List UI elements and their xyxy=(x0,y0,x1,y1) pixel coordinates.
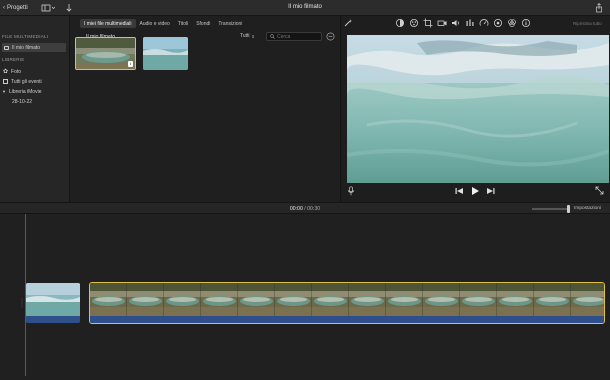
media-thumbnail[interactable] xyxy=(143,37,188,70)
fullscreen-icon[interactable] xyxy=(595,186,604,195)
play-icon[interactable] xyxy=(470,186,480,196)
filmstrip-frame xyxy=(386,283,424,318)
clip-preview-sea xyxy=(143,37,188,70)
filter-value: Tutti xyxy=(240,33,250,39)
sidebar-item-label: Il mio filmato xyxy=(12,44,41,51)
title-bar: ‹ Progetti Il mio filmato xyxy=(0,0,610,16)
events-icon xyxy=(3,79,8,84)
playback-controls xyxy=(341,184,610,198)
tab-backgrounds[interactable]: Sfondi xyxy=(192,19,214,28)
updown-chevron-icon: ⇕ xyxy=(251,33,255,39)
zoom-slider-track[interactable] xyxy=(532,208,570,210)
media-tabs: I miei file multimediali Audio e video T… xyxy=(80,19,246,28)
adjustments-toolbar: Ripristina tutto xyxy=(341,18,610,30)
media-section-header: FILE MULTIMEDIALI xyxy=(2,34,49,39)
viewer-panel: Ripristina tutto xyxy=(340,16,610,202)
search-icon xyxy=(270,34,275,39)
equalizer-icon[interactable] xyxy=(465,18,475,28)
sidebar-item-event[interactable]: 28-10-22 xyxy=(12,97,32,106)
zoom-slider-knob[interactable] xyxy=(567,205,570,213)
filmstrip-frame xyxy=(275,283,313,318)
filmstrip-frame xyxy=(423,283,461,318)
window-title: Il mio filmato xyxy=(288,4,322,10)
sidebar-item-library[interactable]: ▼ Libreria iMovie xyxy=(2,87,41,96)
search-input[interactable] xyxy=(277,33,321,40)
skip-back-icon[interactable] xyxy=(455,187,464,195)
filmstrip-frame xyxy=(90,283,128,318)
clip-filter-icon[interactable] xyxy=(507,18,517,28)
filmstrip-frame xyxy=(312,283,350,318)
noise-reduction-icon[interactable] xyxy=(493,18,503,28)
filmstrip-frame xyxy=(571,283,604,318)
timecode: 00:00 / 00:30 xyxy=(0,206,610,212)
magic-wand-icon[interactable] xyxy=(343,18,353,28)
filmstrip-frame xyxy=(127,283,165,318)
timeline-toolbar: 00:00 / 00:30 Impostazioni xyxy=(0,202,610,214)
filmstrip-frame xyxy=(497,283,535,318)
sidebar-item-label: 28-10-22 xyxy=(12,98,33,105)
color-correction-icon[interactable] xyxy=(409,18,419,28)
disclosure-triangle-icon: ▼ xyxy=(2,89,6,94)
filmstrip-frame xyxy=(349,283,387,318)
filmstrip-frame xyxy=(201,283,239,318)
audio-waveform xyxy=(90,316,604,323)
tab-audio-video[interactable]: Audio e video xyxy=(136,19,174,28)
tab-transitions[interactable]: Transizioni xyxy=(214,19,246,28)
filmstrip-frame xyxy=(534,283,572,318)
current-time: 00:00 xyxy=(289,206,303,212)
tab-titles[interactable]: Titoli xyxy=(174,19,192,28)
total-time: 00:30 xyxy=(307,206,321,212)
project-badge-icon: i xyxy=(128,61,133,67)
sidebar-item-project[interactable]: Il mio filmato xyxy=(2,43,66,52)
microphone-icon[interactable] xyxy=(347,186,355,196)
project-icon xyxy=(4,45,9,50)
settings-button[interactable]: Impostazioni xyxy=(574,206,601,211)
library-sidebar: FILE MULTIMEDIALI Il mio filmato LIBRERI… xyxy=(0,16,70,202)
clip-trim-handle[interactable] xyxy=(21,298,23,308)
more-options-icon[interactable] xyxy=(326,32,335,41)
sidebar-item-all-events[interactable]: Tutti gli eventi xyxy=(3,77,42,86)
sidebar-item-label: Tutti gli eventi xyxy=(11,78,42,85)
filter-select[interactable]: Tutti ⇕ xyxy=(240,33,255,39)
video-preview xyxy=(347,35,609,183)
filmstrip-frame xyxy=(238,283,276,318)
filmstrip-frame xyxy=(460,283,498,318)
timeline-clip-sea[interactable] xyxy=(26,283,80,323)
volume-icon[interactable] xyxy=(451,18,461,28)
skip-forward-icon[interactable] xyxy=(486,187,495,195)
filmstrip-frame xyxy=(164,283,202,318)
photos-icon: ✿ xyxy=(3,69,9,75)
info-icon[interactable] xyxy=(521,18,531,28)
sidebar-item-photos[interactable]: ✿ Foto xyxy=(3,67,21,76)
color-balance-icon[interactable] xyxy=(395,18,405,28)
share-icon[interactable] xyxy=(595,3,603,13)
speed-icon[interactable] xyxy=(479,18,489,28)
crop-icon[interactable] xyxy=(423,18,433,28)
search-field[interactable] xyxy=(266,32,322,41)
audio-waveform xyxy=(26,316,80,323)
timeline-clip-fountain[interactable] xyxy=(89,282,605,324)
stabilization-icon[interactable] xyxy=(437,18,447,28)
underwater-frame-image xyxy=(347,35,609,183)
media-thumbnail[interactable]: i xyxy=(75,37,136,70)
clip-filmstrip xyxy=(90,283,604,318)
restore-all-button[interactable]: Ripristina tutto xyxy=(573,21,602,26)
sidebar-item-label: Libreria iMovie xyxy=(8,88,42,95)
clip-preview-fountain xyxy=(76,38,135,69)
libraries-section-header: LIBRERIE xyxy=(2,57,25,62)
sidebar-item-label: Foto xyxy=(11,68,22,75)
tab-my-media[interactable]: I miei file multimediali xyxy=(80,19,136,28)
